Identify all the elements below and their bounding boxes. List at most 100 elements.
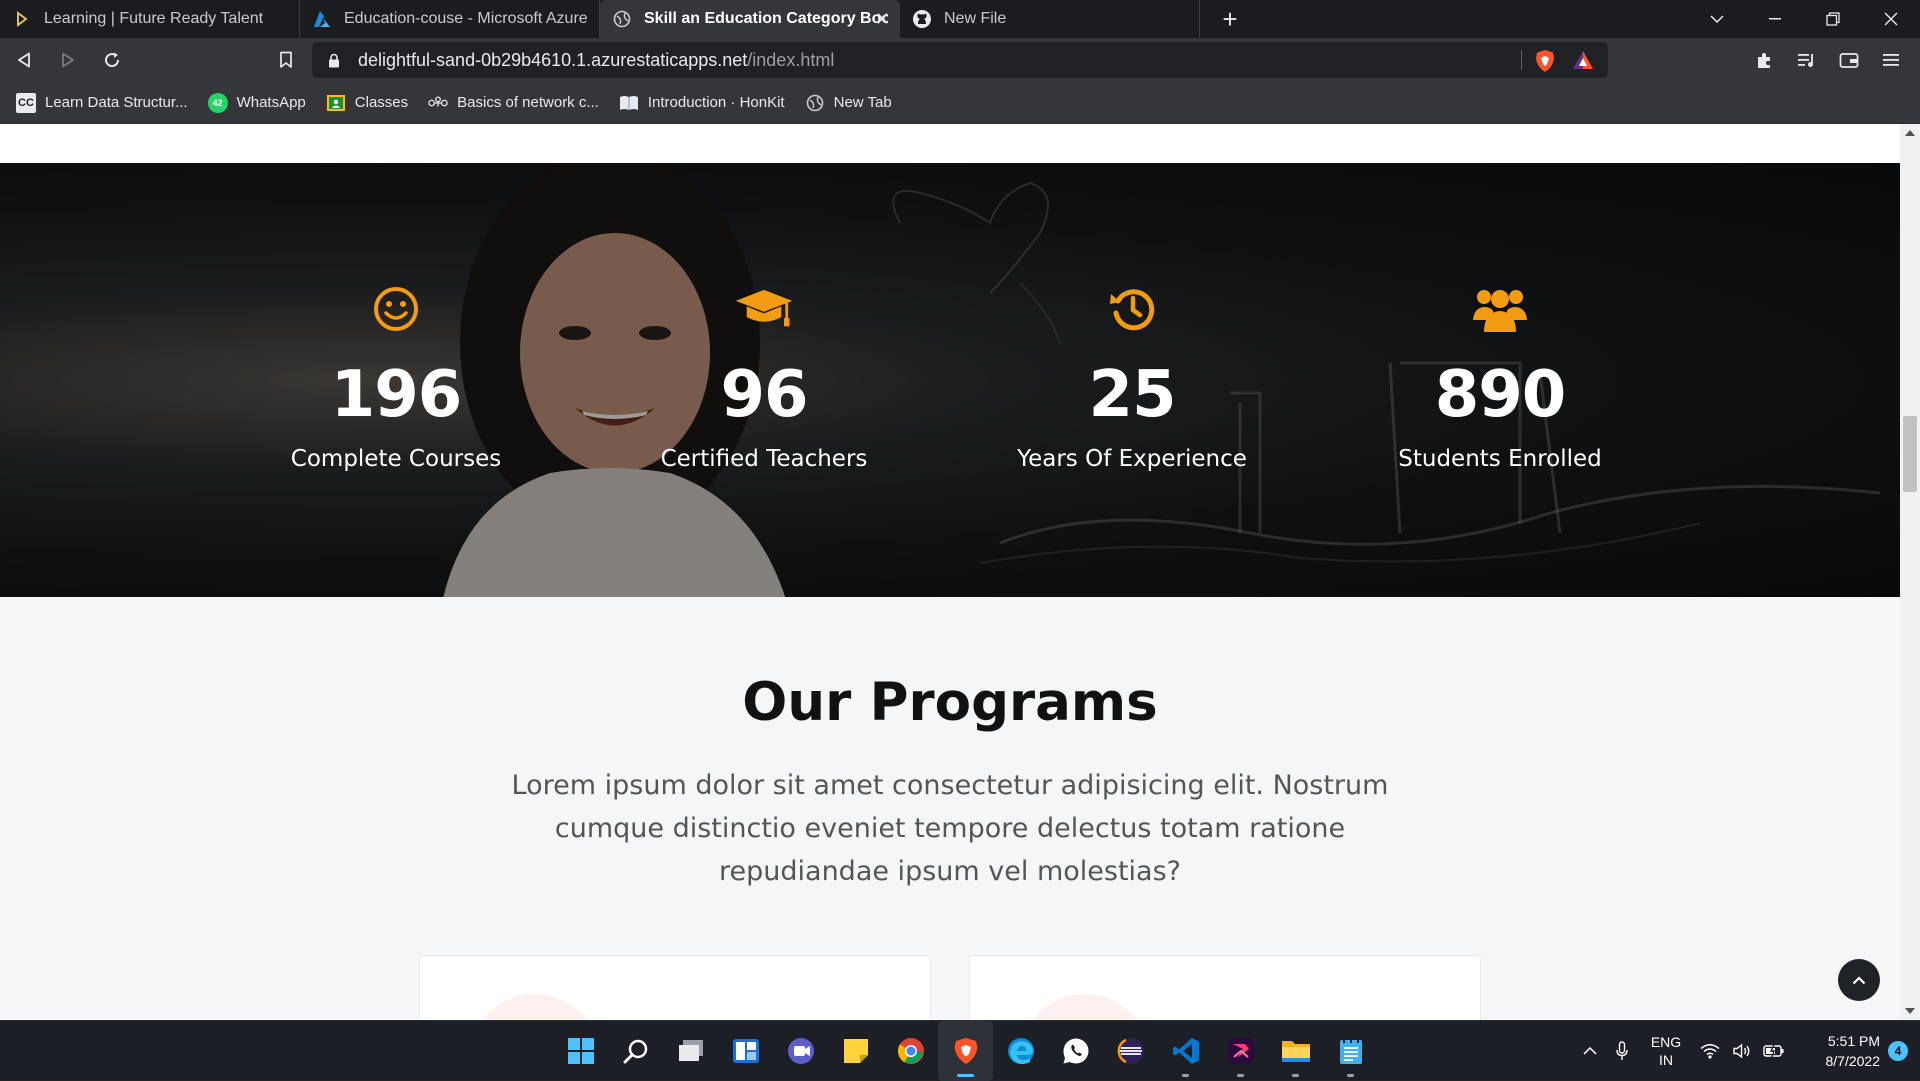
- bookmark-honkit[interactable]: Introduction · HonKit: [619, 93, 785, 113]
- reload-icon[interactable]: [92, 40, 132, 80]
- volume-icon[interactable]: [1726, 1043, 1758, 1059]
- taskbar-teams-chat[interactable]: [773, 1021, 828, 1081]
- sticky-notes-icon: [843, 1039, 868, 1063]
- stat-number: 25: [1088, 358, 1176, 432]
- bookmark-basics-network[interactable]: Basics of network c...: [428, 93, 599, 113]
- bookmark-new-tab[interactable]: New Tab: [805, 93, 892, 113]
- tab-title: Education-couse - Microsoft Azure: [344, 10, 587, 27]
- notification-badge[interactable]: 4: [1888, 1041, 1908, 1061]
- programs-heading: Our Programs: [742, 672, 1158, 733]
- stat-label: Complete Courses: [290, 446, 502, 472]
- back-icon[interactable]: [4, 40, 44, 80]
- bookmark-whatsapp[interactable]: 42 WhatsApp: [207, 92, 306, 113]
- header-bottom-strip: [0, 124, 1900, 163]
- taskbar-edge[interactable]: [993, 1021, 1048, 1081]
- bookmark-label: Learn Data Structur...: [45, 94, 188, 111]
- stat-number: 196: [330, 358, 463, 432]
- menu-hamburger-icon[interactable]: [1870, 38, 1912, 82]
- task-view-icon: [678, 1040, 703, 1061]
- whatsapp-icon: [1063, 1038, 1088, 1064]
- scroll-up-arrow-icon[interactable]: [1905, 130, 1915, 136]
- lang-line2: IN: [1659, 1052, 1673, 1068]
- back-to-top-button[interactable]: [1838, 959, 1880, 1001]
- file-explorer-icon: [1281, 1041, 1310, 1062]
- battery-icon[interactable]: [1758, 1044, 1790, 1058]
- windows-start-icon: [567, 1038, 594, 1064]
- notepad-icon: [1339, 1038, 1362, 1064]
- tab-search-chevron-icon[interactable]: [1688, 0, 1746, 38]
- stat-label: Certified Teachers: [660, 446, 868, 472]
- classroom-icon: [326, 93, 346, 113]
- program-card-image: [470, 994, 600, 1020]
- users-group-icon: [1470, 283, 1530, 335]
- stat-complete-courses: 196 Complete Courses: [212, 163, 580, 597]
- bookmark-label: Introduction · HonKit: [647, 94, 785, 111]
- edge-icon: [1007, 1038, 1034, 1064]
- program-card[interactable]: [419, 955, 931, 1020]
- bookmarks-bar: CC Learn Data Structur... 42 WhatsApp Cl…: [0, 82, 1920, 124]
- restore-icon[interactable]: [1804, 0, 1862, 38]
- brave-shields-icon[interactable]: [1534, 49, 1556, 78]
- tab-title: Skill an Education Category Boots: [644, 10, 888, 27]
- wifi-icon[interactable]: [1694, 1043, 1726, 1059]
- window-controls: [1688, 0, 1920, 38]
- windows-taskbar: ENG IN 5:51 PM 8/7/2022 4: [0, 1020, 1920, 1081]
- address-bar-divider: [1521, 50, 1522, 70]
- taskbar-search[interactable]: [608, 1021, 663, 1081]
- taskbar-file-explorer[interactable]: [1268, 1021, 1323, 1081]
- tab-title: New File: [944, 10, 1007, 27]
- taskbar-notepad[interactable]: [1323, 1021, 1378, 1081]
- running-app-indicator: [1347, 1074, 1354, 1077]
- minimize-icon[interactable]: [1746, 0, 1804, 38]
- close-tab-icon[interactable]: ✕: [875, 9, 890, 30]
- taskbar-task-view[interactable]: [663, 1021, 718, 1081]
- page-scrollbar[interactable]: [1900, 124, 1920, 1020]
- new-tab-button[interactable]: +: [1208, 0, 1252, 38]
- dev-app-icon: [1227, 1038, 1254, 1064]
- extensions-puzzle-icon[interactable]: [1744, 38, 1786, 82]
- taskbar-eclipse[interactable]: [1103, 1021, 1158, 1081]
- tab-new-file[interactable]: New File: [900, 0, 1200, 38]
- start-button[interactable]: [553, 1021, 608, 1081]
- bookmark-label: WhatsApp: [236, 94, 306, 111]
- show-hidden-icons-chevron-icon[interactable]: [1574, 1047, 1606, 1055]
- tab-title: Learning | Future Ready Talent: [44, 10, 264, 27]
- clock[interactable]: 5:51 PM 8/7/2022: [1800, 1031, 1881, 1071]
- browser-toolbar: delightful-sand-0b29b4610.1.azurestatica…: [0, 38, 1920, 82]
- taskbar-sticky-notes[interactable]: [828, 1021, 883, 1081]
- bookmark-icon[interactable]: [266, 40, 306, 80]
- search-icon: [623, 1039, 647, 1064]
- network-icon: [428, 93, 448, 113]
- program-card[interactable]: [969, 955, 1481, 1020]
- taskbar-whatsapp[interactable]: [1048, 1021, 1103, 1081]
- input-language[interactable]: ENG IN: [1638, 1033, 1694, 1069]
- microphone-icon[interactable]: [1606, 1041, 1638, 1061]
- scrollbar-thumb[interactable]: [1903, 416, 1917, 492]
- close-window-icon[interactable]: [1862, 0, 1920, 38]
- taskbar-widgets[interactable]: [718, 1021, 773, 1081]
- running-app-indicator: [1237, 1074, 1244, 1077]
- stat-label: Students Enrolled: [1398, 446, 1602, 472]
- bookmark-learn-data-structures[interactable]: CC Learn Data Structur...: [16, 92, 188, 113]
- tab-azure[interactable]: Education-couse - Microsoft Azure: [300, 0, 600, 38]
- wallet-icon[interactable]: [1828, 38, 1870, 82]
- taskbar-brave[interactable]: [938, 1021, 993, 1081]
- clock-date: 8/7/2022: [1825, 1053, 1881, 1069]
- running-app-indicator: [1292, 1074, 1299, 1077]
- address-bar[interactable]: delightful-sand-0b29b4610.1.azurestatica…: [312, 42, 1608, 78]
- tab-skill-education[interactable]: Skill an Education Category Boots ✕: [600, 0, 900, 38]
- bookmark-classes[interactable]: Classes: [326, 93, 408, 113]
- eclipse-icon: [1117, 1038, 1144, 1064]
- media-playlist-icon[interactable]: [1786, 38, 1828, 82]
- taskbar-vscode[interactable]: [1158, 1021, 1213, 1081]
- teams-chat-icon: [787, 1038, 814, 1064]
- taskbar-chrome[interactable]: [883, 1021, 938, 1081]
- scroll-down-arrow-icon[interactable]: [1905, 1008, 1915, 1014]
- github-icon: [912, 9, 932, 29]
- cc-icon: CC: [16, 92, 36, 113]
- forward-icon[interactable]: [48, 40, 88, 80]
- globe-icon: [805, 93, 825, 113]
- tab-future-ready[interactable]: Learning | Future Ready Talent: [0, 0, 300, 38]
- taskbar-dev-app[interactable]: [1213, 1021, 1268, 1081]
- brave-rewards-icon[interactable]: [1572, 49, 1594, 76]
